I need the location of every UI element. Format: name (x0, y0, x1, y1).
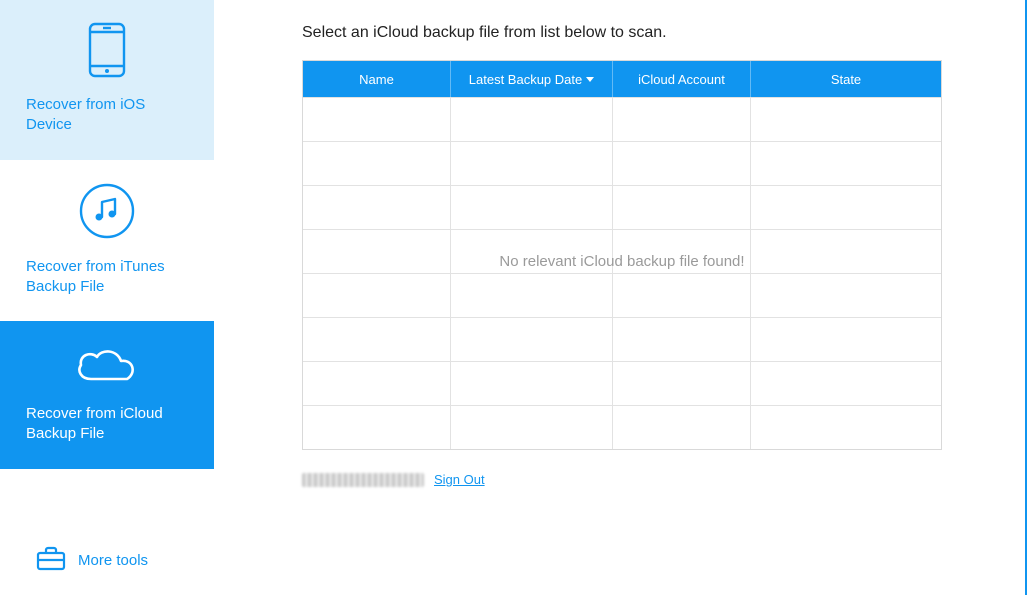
sidebar-item-label: Recover from iCloud Backup File (20, 404, 194, 445)
col-header-latest-backup-date[interactable]: Latest Backup Date (451, 61, 613, 97)
table-row (303, 141, 941, 185)
sidebar: Recover from iOS Device Recover from iTu… (0, 0, 214, 595)
sidebar-item-label: Recover from iOS Device (20, 95, 194, 136)
col-header-icloud-account[interactable]: iCloud Account (613, 61, 751, 97)
table-body: No relevant iCloud backup file found! (303, 97, 941, 449)
table-row (303, 361, 941, 405)
col-header-name[interactable]: Name (303, 61, 451, 97)
more-tools-button[interactable]: More tools (0, 529, 214, 595)
table-row (303, 317, 941, 361)
cloud-icon (71, 343, 143, 390)
music-note-icon (78, 182, 136, 243)
sign-out-link[interactable]: Sign Out (434, 472, 485, 487)
sidebar-item-recover-icloud-backup[interactable]: Recover from iCloud Backup File (0, 321, 214, 469)
sidebar-item-recover-itunes-backup[interactable]: Recover from iTunes Backup File (0, 160, 214, 322)
page-heading: Select an iCloud backup file from list b… (302, 24, 963, 42)
backup-table: Name Latest Backup Date iCloud Account S… (302, 60, 942, 450)
main-panel: Select an iCloud backup file from list b… (214, 0, 1025, 595)
iphone-icon (88, 22, 126, 81)
sidebar-item-label: Recover from iTunes Backup File (20, 257, 194, 298)
col-header-state[interactable]: State (751, 61, 941, 97)
table-header-row: Name Latest Backup Date iCloud Account S… (303, 61, 941, 97)
table-row (303, 405, 941, 449)
table-row (303, 97, 941, 141)
table-row (303, 229, 941, 273)
sort-desc-icon (586, 77, 594, 82)
toolbox-icon (36, 545, 66, 575)
account-row: Sign Out (302, 472, 963, 487)
table-row (303, 185, 941, 229)
more-tools-label: More tools (78, 552, 148, 569)
table-row (303, 273, 941, 317)
account-email-obscured (302, 473, 424, 487)
sidebar-item-recover-ios-device[interactable]: Recover from iOS Device (0, 0, 214, 160)
app-window: Recover from iOS Device Recover from iTu… (0, 0, 1027, 595)
